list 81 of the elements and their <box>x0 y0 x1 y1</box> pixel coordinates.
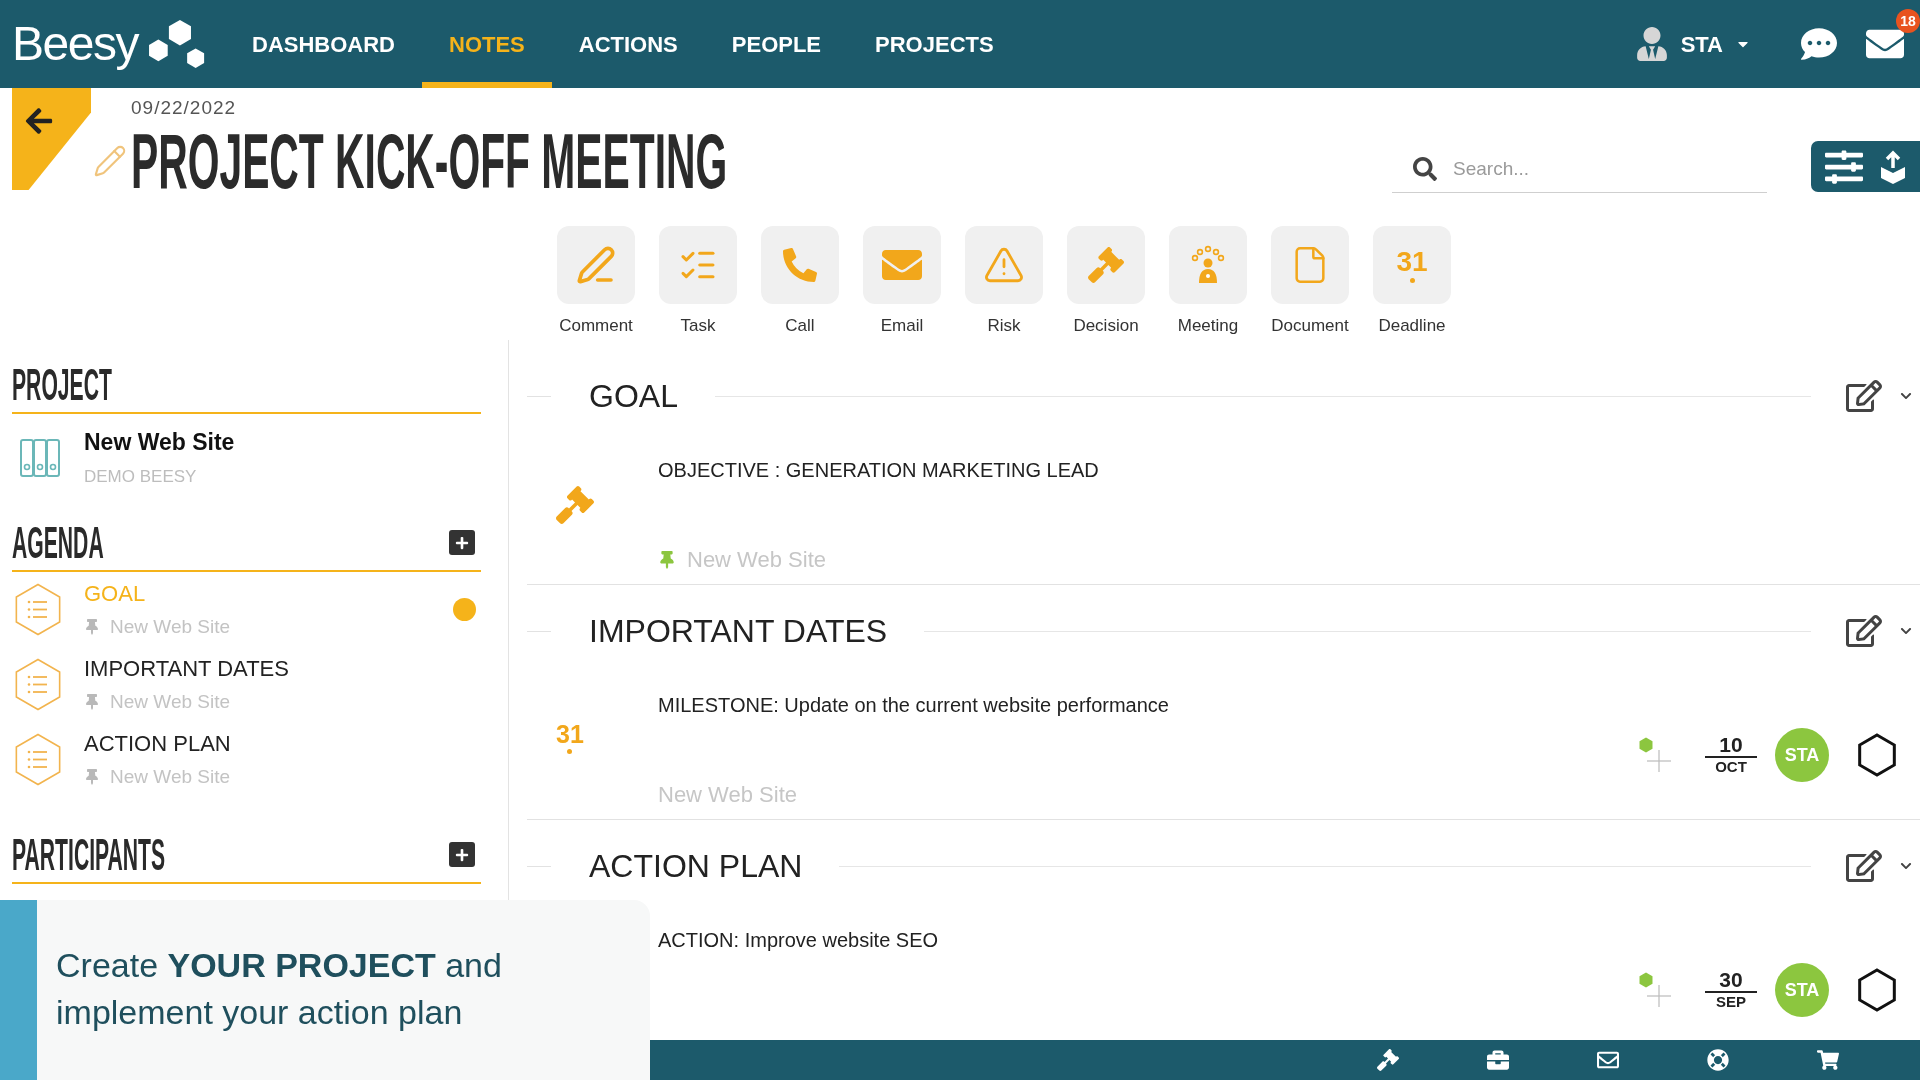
client-name: DEMO BEESY <box>84 466 198 488</box>
note-type-button[interactable]: Risk <box>959 226 1049 336</box>
note-type-button[interactable]: Meeting <box>1163 226 1253 336</box>
meeting-date: 09/22/2022 <box>131 98 238 118</box>
nav-tab[interactable]: PROJECTS <box>848 0 1021 88</box>
nav-tab[interactable]: ACTIONS <box>551 0 705 88</box>
hexagon-logo-icon <box>146 19 207 69</box>
search-input[interactable]: Search... <box>1453 145 1767 192</box>
edit-icon[interactable] <box>1846 613 1882 649</box>
note-type-button[interactable]: 31 Deadline <box>1367 226 1457 336</box>
plus-icon <box>455 847 469 862</box>
add-button[interactable] <box>449 842 475 867</box>
pin-icon <box>84 693 100 710</box>
lifebuoy-icon[interactable] <box>1707 1049 1729 1071</box>
notification-count: 18 <box>1896 9 1920 33</box>
box-arrow-icon[interactable] <box>1878 149 1908 184</box>
edit-icon[interactable] <box>1846 378 1882 414</box>
nav-tab[interactable]: NOTES <box>422 0 552 88</box>
caption-text: Create YOUR PROJECT and implement your action plan <box>56 945 503 1033</box>
item-title: ACTION: Improve website SEO <box>658 928 939 953</box>
due-month: SEP <box>1716 993 1746 1011</box>
nav-tab[interactable]: PEOPLE <box>704 0 849 88</box>
item-title: OBJECTIVE : GENERATION MARKETING LEAD <box>658 458 1099 483</box>
search-icon <box>1413 156 1437 181</box>
chat-icon[interactable] <box>1801 26 1837 62</box>
due-day: 10 <box>1719 734 1743 756</box>
section-title: IMPORTANT DATES <box>589 612 888 651</box>
people-network-icon <box>1169 226 1247 304</box>
add-button[interactable] <box>449 530 475 555</box>
document-icon <box>1271 226 1349 304</box>
phone-icon <box>761 226 839 304</box>
cart-icon[interactable] <box>1817 1049 1839 1071</box>
note-type-button[interactable]: Email <box>857 226 947 336</box>
section-heading: AGENDA <box>12 520 104 565</box>
pin-icon <box>84 618 100 635</box>
due-day: 30 <box>1719 969 1743 991</box>
hexagon-outline-icon[interactable] <box>1856 968 1898 1012</box>
note-type-button[interactable]: Task <box>653 226 743 336</box>
note-type-button[interactable]: Call <box>755 226 845 336</box>
section-heading: PROJECT <box>12 362 112 407</box>
arrow-left-icon <box>24 106 54 136</box>
gavel-icon <box>1067 226 1145 304</box>
binders-icon <box>20 439 60 477</box>
agenda-project: New Web Site <box>110 764 231 789</box>
meeting-title: PROJECT KICK-OFF MEETING <box>131 123 728 200</box>
calendar-number-icon: 31 <box>1373 226 1451 304</box>
hexagon-list-icon <box>15 658 61 711</box>
note-type-button[interactable]: Comment <box>551 226 641 336</box>
briefcase-icon[interactable] <box>1487 1049 1509 1071</box>
pin-icon <box>658 551 676 569</box>
project-name[interactable]: New Web Site <box>84 428 235 456</box>
item-title: MILESTONE: Update on the current website performance <box>658 693 1169 718</box>
note-type-button[interactable]: Decision <box>1061 226 1151 336</box>
pin-icon <box>84 768 100 785</box>
agenda-project: New Web Site <box>110 689 231 714</box>
logo-text: Beesy <box>12 20 138 68</box>
hexagon-list-icon <box>15 583 61 636</box>
section-heading: PARTICIPANTS <box>12 832 166 877</box>
chevron-down-icon[interactable] <box>1900 860 1912 872</box>
due-month: OCT <box>1715 758 1747 776</box>
plus-icon <box>455 535 469 550</box>
section-title: ACTION PLAN <box>589 847 803 886</box>
agenda-title[interactable]: ACTION PLAN <box>84 730 231 757</box>
agenda-title[interactable]: IMPORTANT DATES <box>84 655 289 682</box>
chevron-down-icon[interactable] <box>1900 390 1912 402</box>
gavel-icon <box>556 486 594 524</box>
envelope-icon[interactable] <box>1597 1049 1619 1071</box>
user-menu-button[interactable]: STA <box>1634 27 1751 61</box>
agenda-project: New Web Site <box>110 614 231 639</box>
section-title: GOAL <box>589 377 678 416</box>
edit-icon[interactable] <box>1846 848 1882 884</box>
envelope-icon <box>863 226 941 304</box>
chevron-down-icon[interactable] <box>1900 625 1912 637</box>
sliders-icon[interactable] <box>1825 147 1863 186</box>
person-tie-icon <box>1634 27 1669 61</box>
note-type-button[interactable]: Document <box>1265 226 1355 336</box>
checklist-icon <box>659 226 737 304</box>
hexagon-list-icon <box>15 733 61 786</box>
hexagon-outline-icon[interactable] <box>1856 733 1898 777</box>
gavel-icon[interactable] <box>1377 1049 1399 1071</box>
nav-tab[interactable]: DASHBOARD <box>225 0 422 88</box>
